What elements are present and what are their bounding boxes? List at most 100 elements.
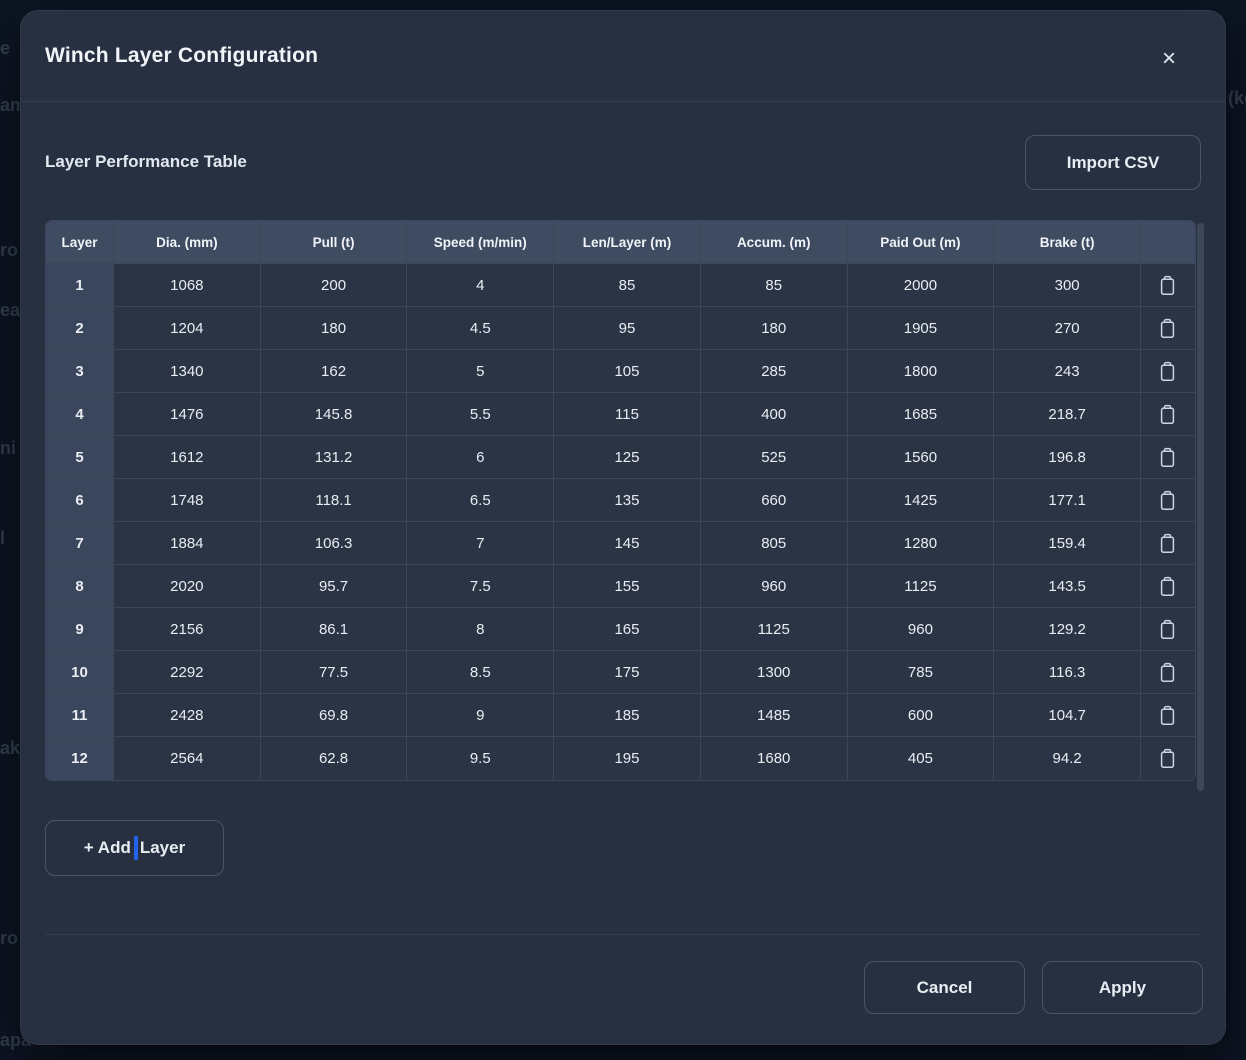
delete-row-button[interactable]	[1141, 651, 1195, 694]
delete-row-button[interactable]	[1141, 608, 1195, 651]
value-cell[interactable]: 1068	[114, 264, 261, 307]
value-cell[interactable]: 118.1	[261, 479, 408, 522]
value-cell[interactable]: 135	[554, 479, 701, 522]
value-cell[interactable]: 9.5	[407, 737, 554, 780]
value-cell[interactable]: 1680	[701, 737, 848, 780]
value-cell[interactable]: 143.5	[994, 565, 1141, 608]
value-cell[interactable]: 1300	[701, 651, 848, 694]
value-cell[interactable]: 94.2	[994, 737, 1141, 780]
value-cell[interactable]: 8.5	[407, 651, 554, 694]
value-cell[interactable]: 62.8	[261, 737, 408, 780]
value-cell[interactable]: 243	[994, 350, 1141, 393]
delete-row-button[interactable]	[1141, 565, 1195, 608]
value-cell[interactable]: 129.2	[994, 608, 1141, 651]
value-cell[interactable]: 1340	[114, 350, 261, 393]
value-cell[interactable]: 115	[554, 393, 701, 436]
value-cell[interactable]: 175	[554, 651, 701, 694]
value-cell[interactable]: 165	[554, 608, 701, 651]
import-csv-button[interactable]: Import CSV	[1025, 135, 1201, 190]
value-cell[interactable]: 300	[994, 264, 1141, 307]
value-cell[interactable]: 660	[701, 479, 848, 522]
value-cell[interactable]: 600	[848, 694, 995, 737]
value-cell[interactable]: 785	[848, 651, 995, 694]
value-cell[interactable]: 525	[701, 436, 848, 479]
value-cell[interactable]: 218.7	[994, 393, 1141, 436]
cancel-button[interactable]: Cancel	[864, 961, 1025, 1014]
value-cell[interactable]: 85	[701, 264, 848, 307]
value-cell[interactable]: 131.2	[261, 436, 408, 479]
table-scrollbar[interactable]	[1197, 223, 1204, 791]
value-cell[interactable]: 2156	[114, 608, 261, 651]
value-cell[interactable]: 180	[701, 307, 848, 350]
delete-row-button[interactable]	[1141, 436, 1195, 479]
value-cell[interactable]: 159.4	[994, 522, 1141, 565]
value-cell[interactable]: 1905	[848, 307, 995, 350]
value-cell[interactable]: 95	[554, 307, 701, 350]
value-cell[interactable]: 285	[701, 350, 848, 393]
value-cell[interactable]: 145.8	[261, 393, 408, 436]
apply-button[interactable]: Apply	[1042, 961, 1203, 1014]
value-cell[interactable]: 960	[701, 565, 848, 608]
value-cell[interactable]: 162	[261, 350, 408, 393]
value-cell[interactable]: 125	[554, 436, 701, 479]
value-cell[interactable]: 6.5	[407, 479, 554, 522]
value-cell[interactable]: 77.5	[261, 651, 408, 694]
value-cell[interactable]: 105	[554, 350, 701, 393]
delete-row-button[interactable]	[1141, 737, 1195, 780]
value-cell[interactable]: 95.7	[261, 565, 408, 608]
value-cell[interactable]: 5.5	[407, 393, 554, 436]
value-cell[interactable]: 1204	[114, 307, 261, 350]
delete-row-button[interactable]	[1141, 307, 1195, 350]
value-cell[interactable]: 1280	[848, 522, 995, 565]
value-cell[interactable]: 106.3	[261, 522, 408, 565]
value-cell[interactable]: 960	[848, 608, 995, 651]
delete-row-button[interactable]	[1141, 393, 1195, 436]
value-cell[interactable]: 185	[554, 694, 701, 737]
delete-row-button[interactable]	[1141, 350, 1195, 393]
value-cell[interactable]: 2428	[114, 694, 261, 737]
value-cell[interactable]: 1485	[701, 694, 848, 737]
value-cell[interactable]: 1612	[114, 436, 261, 479]
value-cell[interactable]: 86.1	[261, 608, 408, 651]
value-cell[interactable]: 7.5	[407, 565, 554, 608]
value-cell[interactable]: 4.5	[407, 307, 554, 350]
value-cell[interactable]: 1476	[114, 393, 261, 436]
value-cell[interactable]: 805	[701, 522, 848, 565]
value-cell[interactable]: 177.1	[994, 479, 1141, 522]
delete-row-button[interactable]	[1141, 264, 1195, 307]
value-cell[interactable]: 2292	[114, 651, 261, 694]
value-cell[interactable]: 1425	[848, 479, 995, 522]
delete-row-button[interactable]	[1141, 479, 1195, 522]
value-cell[interactable]: 155	[554, 565, 701, 608]
value-cell[interactable]: 6	[407, 436, 554, 479]
value-cell[interactable]: 2000	[848, 264, 995, 307]
value-cell[interactable]: 2564	[114, 737, 261, 780]
value-cell[interactable]: 1560	[848, 436, 995, 479]
value-cell[interactable]: 1125	[701, 608, 848, 651]
value-cell[interactable]: 1884	[114, 522, 261, 565]
value-cell[interactable]: 2020	[114, 565, 261, 608]
value-cell[interactable]: 4	[407, 264, 554, 307]
value-cell[interactable]: 9	[407, 694, 554, 737]
value-cell[interactable]: 145	[554, 522, 701, 565]
value-cell[interactable]: 1800	[848, 350, 995, 393]
value-cell[interactable]: 270	[994, 307, 1141, 350]
value-cell[interactable]: 1685	[848, 393, 995, 436]
value-cell[interactable]: 180	[261, 307, 408, 350]
value-cell[interactable]: 196.8	[994, 436, 1141, 479]
value-cell[interactable]: 1125	[848, 565, 995, 608]
value-cell[interactable]: 116.3	[994, 651, 1141, 694]
value-cell[interactable]: 5	[407, 350, 554, 393]
value-cell[interactable]: 200	[261, 264, 408, 307]
value-cell[interactable]: 7	[407, 522, 554, 565]
value-cell[interactable]: 195	[554, 737, 701, 780]
value-cell[interactable]: 405	[848, 737, 995, 780]
value-cell[interactable]: 104.7	[994, 694, 1141, 737]
value-cell[interactable]: 400	[701, 393, 848, 436]
close-icon[interactable]: ×	[1153, 43, 1185, 75]
value-cell[interactable]: 1748	[114, 479, 261, 522]
delete-row-button[interactable]	[1141, 522, 1195, 565]
value-cell[interactable]: 85	[554, 264, 701, 307]
value-cell[interactable]: 69.8	[261, 694, 408, 737]
delete-row-button[interactable]	[1141, 694, 1195, 737]
